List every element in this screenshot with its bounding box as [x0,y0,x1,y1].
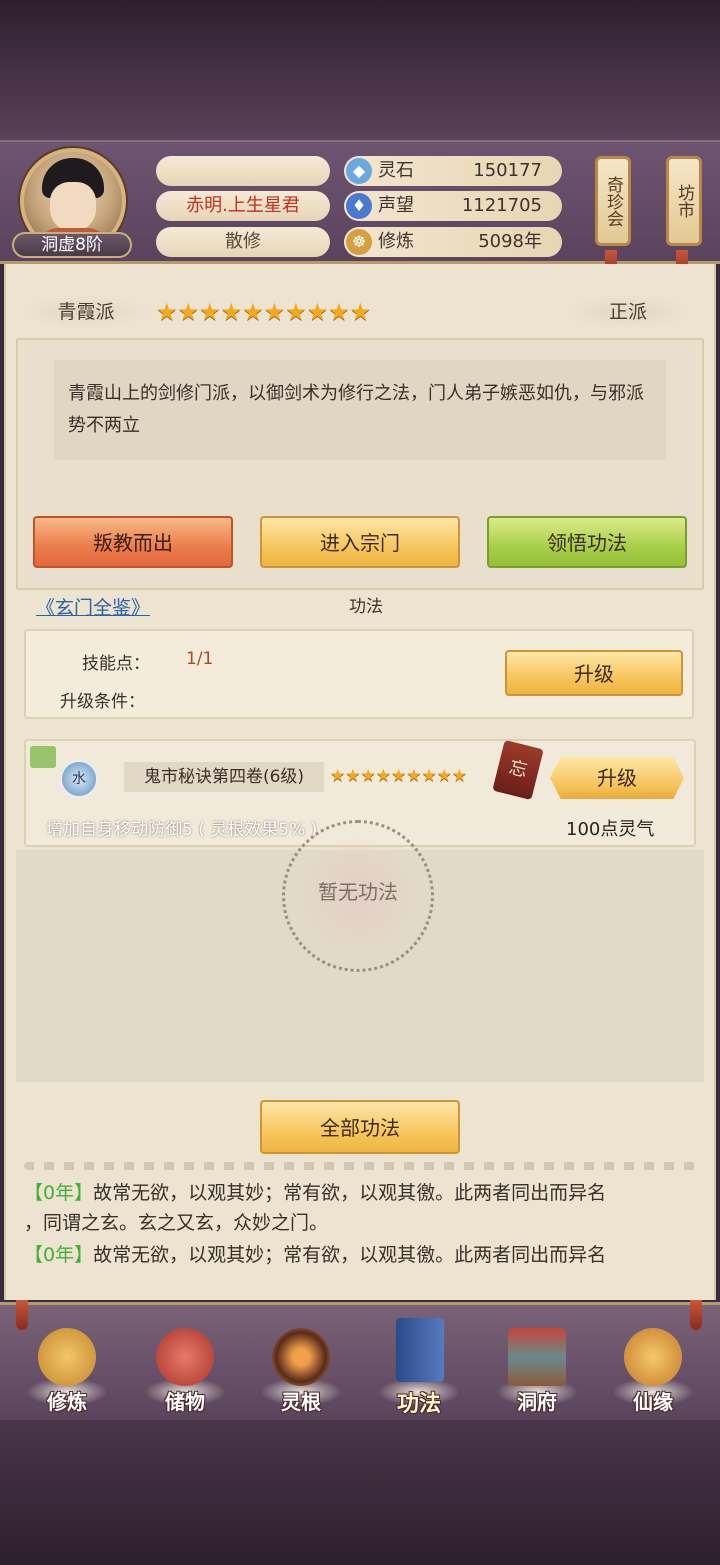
nav-cave-house[interactable]: 洞府 [492,1322,582,1418]
stat-cultivation: ☸ 修炼 5098年 [344,227,562,257]
empty-state-text: 暂无功法 [318,880,398,904]
spirit-stone-icon: ◆ [346,158,372,184]
log-entry: 【0年】故常无欲，以观其妙；常有欲，以观其徼。此两者同出而异名 [24,1240,606,1270]
nav-cultivate[interactable]: 修炼 [22,1322,112,1418]
stat-value: 150177 [473,160,542,181]
nav-label: 洞府 [517,1390,557,1414]
betray-sect-button[interactable]: 叛教而出 [33,516,233,568]
sect-rating-stars: ★★★★★★★★★★ [156,298,372,326]
skill-upgrade-button[interactable]: 升级 [505,650,683,696]
technique-section-title: 功法 [349,597,383,617]
stat-label: 修炼 [378,231,414,252]
spirit-root-icon [272,1328,330,1386]
comprehend-technique-button[interactable]: 领悟功法 [487,516,687,568]
technique-upgrade-button[interactable]: 升级 [550,757,684,799]
log-text: 故常无欲，以观其妙；常有欲，以观其徼。此两者同出而异名 [93,1244,607,1266]
nav-label: 仙缘 [633,1390,673,1414]
nav-techniques[interactable]: 功法 [374,1318,464,1418]
stat-value: 5098年 [478,231,542,252]
enter-sect-button[interactable]: 进入宗门 [260,516,460,568]
nav-label: 功法 [396,1392,441,1417]
upgrade-condition-label: 升级条件： [60,692,145,712]
player-name-field [156,156,330,186]
technique-cost: 100点灵气 [566,819,655,840]
player-title: 赤明.上生星君 [156,191,330,221]
reputation-icon: ♦ [346,193,372,219]
realm-rank-badge: 洞虚8阶 [12,232,132,258]
avatar-face [50,182,96,232]
stat-label: 声望 [378,195,414,216]
log-entry: 【0年】故常无欲，以观其妙；常有欲，以观其徼。此两者同出而异名 [24,1178,606,1208]
sect-name: 青霞派 [24,296,148,328]
gourd-icon [624,1328,682,1386]
log-divider [24,1162,696,1170]
sect-description: 青霞山上的剑修门派，以御剑术为修行之法，门人弟子嫉恶如仇，与邪派势不两立 [54,360,666,460]
nav-spirit-root[interactable]: 灵根 [256,1322,346,1418]
nav-fate[interactable]: 仙缘 [608,1322,698,1418]
nav-label: 修炼 [47,1390,87,1414]
log-entry: ，同谓之玄。玄之又玄，众妙之门。 [24,1208,328,1238]
log-text: ，同谓之玄。玄之又玄，众妙之门。 [24,1212,329,1234]
nav-storage[interactable]: 储物 [140,1322,230,1418]
bottom-backdrop [0,1420,720,1565]
technique-effect: 增加自身移动防御5 ( 灵根效果5% ) [46,820,318,840]
technique-name: 鬼市秘诀第四卷(6级) [124,762,324,792]
cave-house-icon [508,1328,566,1386]
stat-label: 灵石 [378,160,414,181]
treasure-pavilion-button[interactable]: 奇珍会 [595,156,631,246]
cultivation-icon: ☸ [346,229,372,255]
skill-points-label: 技能点： [82,654,150,674]
faction-type: 散修 [156,227,330,257]
top-backdrop [0,0,720,145]
stat-spirit-stone: ◆ 灵石 150177 [344,156,562,186]
all-techniques-button[interactable]: 全部功法 [260,1100,460,1154]
technique-rating-stars: ★★★★★★★★★ [330,766,468,786]
tome-icon [30,746,56,768]
water-element-badge: 水 [60,760,98,798]
nav-label: 储物 [165,1390,205,1414]
meditation-icon [38,1328,96,1386]
sect-alignment: 正派 [566,296,690,328]
market-button[interactable]: 坊市 [666,156,702,246]
skill-points-value: 1/1 [186,649,214,669]
stat-value: 1121705 [461,195,542,216]
log-text: 故常无欲，以观其妙；常有欲，以观其徼。此两者同出而异名 [93,1182,607,1204]
book-icon [396,1318,444,1382]
stat-reputation: ♦ 声望 1121705 [344,191,562,221]
nav-label: 灵根 [281,1390,321,1414]
log-time-tag: 【0年】 [24,1244,94,1266]
bag-icon [156,1328,214,1386]
encyclopedia-link[interactable]: 《玄门全鉴》 [36,593,150,620]
log-time-tag: 【0年】 [24,1182,94,1204]
